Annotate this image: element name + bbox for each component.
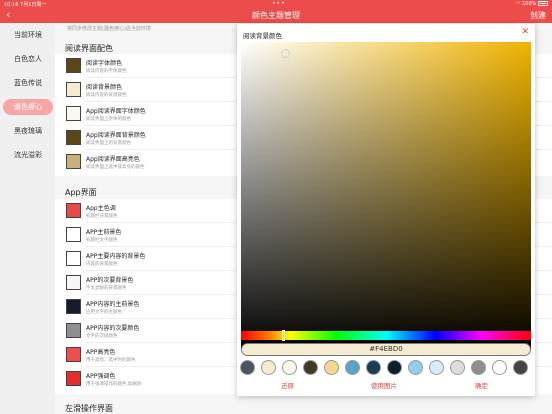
color-swatch[interactable] xyxy=(66,299,81,314)
preset-colors xyxy=(240,360,534,376)
preset-swatch[interactable] xyxy=(450,360,465,375)
row-title: APP高亮色 xyxy=(86,349,116,356)
preset-swatch[interactable] xyxy=(345,360,360,375)
create-button[interactable]: 创建 xyxy=(530,10,546,21)
row-title: 阅读字体颜色 xyxy=(86,60,123,67)
battery-icon xyxy=(538,1,548,6)
row-title: APP强调色 xyxy=(86,373,116,380)
row-title: APP主前景色 xyxy=(86,229,122,236)
row-subtitle: 内容的背景颜色 xyxy=(86,262,118,267)
title-bar: 10:16 7月1日周一 ••• ◠ 100% ‹ 颜色主题管理 创建 xyxy=(0,0,552,23)
status-right: ◠ 100% xyxy=(516,1,548,7)
dialog-title: 阅读背景颜色 xyxy=(243,32,282,40)
color-swatch[interactable] xyxy=(66,275,81,290)
row-title: App主色调 xyxy=(86,205,116,212)
row-subtitle: 阅读内容的字体颜色 xyxy=(86,69,127,74)
section-reading-title: 阅读界面配色 xyxy=(65,44,113,53)
color-swatch[interactable] xyxy=(66,82,81,97)
sidebar-item-current-env[interactable]: 当前环境 xyxy=(3,27,53,43)
color-swatch[interactable] xyxy=(66,323,81,338)
row-subtitle: 标题栏背景颜色 xyxy=(86,214,118,219)
row-subtitle: 阅读界面上选中或高亮的颜色 xyxy=(86,165,145,170)
color-picker-knob[interactable] xyxy=(281,49,290,58)
preset-swatch[interactable] xyxy=(366,360,381,375)
preset-swatch[interactable] xyxy=(324,360,339,375)
preset-swatch[interactable] xyxy=(492,360,507,375)
color-swatch[interactable] xyxy=(66,371,81,386)
row-subtitle: 应用文字的主颜色 xyxy=(86,310,122,315)
close-icon[interactable]: ✕ xyxy=(521,27,529,37)
sidebar-item-blue-legend[interactable]: 蓝色传说 xyxy=(3,75,53,91)
color-swatch[interactable] xyxy=(66,227,81,242)
sidebar-item-sao-color[interactable]: 骚色撩心 xyxy=(3,99,53,115)
preset-swatch[interactable] xyxy=(408,360,423,375)
sidebar-item-flowing-light[interactable]: 流光溢彩 xyxy=(3,147,53,163)
hue-slider[interactable] xyxy=(241,330,531,341)
hex-value-field[interactable]: #F4EBD0 xyxy=(241,343,531,356)
row-title: APP内容的次要颜色 xyxy=(86,325,140,332)
sidebar-item-night-glass[interactable]: 黑夜琉璃 xyxy=(3,123,53,139)
row-title: App阅读界面背景颜色 xyxy=(86,132,146,139)
preset-swatch[interactable] xyxy=(429,360,444,375)
row-subtitle: 阅读内容的背景颜色 xyxy=(86,93,127,98)
color-swatch[interactable] xyxy=(66,58,81,73)
color-swatch[interactable] xyxy=(66,106,81,121)
status-time: 10:16 7月1日周一 xyxy=(4,2,47,8)
color-swatch[interactable] xyxy=(66,130,81,145)
restore-button[interactable]: 还原 xyxy=(281,380,294,390)
row-title: App阅读界面字体颜色 xyxy=(86,108,146,115)
row-subtitle: 阅读界面上字体的颜色 xyxy=(86,117,131,122)
preset-swatch[interactable] xyxy=(261,360,276,375)
row-title: App阅读界面高亮色 xyxy=(86,156,140,163)
section-app-title: App界面 xyxy=(65,188,97,197)
multitask-dots: ••• xyxy=(272,0,286,7)
color-swatch[interactable] xyxy=(66,251,81,266)
row-subtitle: 文字的次级颜色 xyxy=(86,334,118,339)
use-image-button[interactable]: 使用图片 xyxy=(371,380,397,390)
sync-hint: 将同步修改主题(骚色撩心)这当前环境 xyxy=(67,26,151,32)
color-picker-dialog: 阅读背景颜色 ✕ #F4EBD0 还原 使用图片 确定 xyxy=(237,24,535,396)
color-swatch[interactable] xyxy=(66,347,81,362)
row-subtitle: 用于高亮、选中时的颜色 xyxy=(86,358,136,363)
preset-swatch[interactable] xyxy=(387,360,402,375)
row-title: APP内容的主前景色 xyxy=(86,301,140,308)
preset-swatch[interactable] xyxy=(471,360,486,375)
preset-swatch[interactable] xyxy=(282,360,297,375)
saturation-value-area[interactable] xyxy=(241,42,531,350)
wifi-icon: ◠ xyxy=(516,1,521,7)
battery-percent: 100% xyxy=(522,1,537,7)
row-subtitle: 阅读界面上的背景颜色 xyxy=(86,141,131,146)
row-title: 阅读背景颜色 xyxy=(86,84,123,91)
preset-swatch[interactable] xyxy=(303,360,318,375)
color-swatch[interactable] xyxy=(66,154,81,169)
status-bar: 10:16 7月1日周一 ••• ◠ 100% xyxy=(0,0,552,8)
color-swatch[interactable] xyxy=(66,203,81,218)
row-subtitle: 不太显眼的背景颜色 xyxy=(86,286,127,291)
row-subtitle: 标题栏文字颜色 xyxy=(86,238,118,243)
row-subtitle: 用于强调操作的颜色,如删除 xyxy=(86,382,142,387)
page-title: 颜色主题管理 xyxy=(252,11,300,20)
sidebar-item-white-lover[interactable]: 白色恋人 xyxy=(3,51,53,67)
hue-slider-knob[interactable] xyxy=(282,330,285,341)
theme-sidebar: 当前环境 白色恋人 蓝色传说 骚色撩心 黑夜琉璃 流光溢彩 xyxy=(0,23,55,414)
section-slide-title: 左滑操作界面 xyxy=(65,404,113,413)
row-title: APP主要内容的背景色 xyxy=(86,253,146,260)
preset-swatch[interactable] xyxy=(513,360,528,375)
confirm-button[interactable]: 确定 xyxy=(475,380,488,390)
row-title: APP的次要背景色 xyxy=(86,277,134,284)
preset-swatch[interactable] xyxy=(240,360,255,375)
